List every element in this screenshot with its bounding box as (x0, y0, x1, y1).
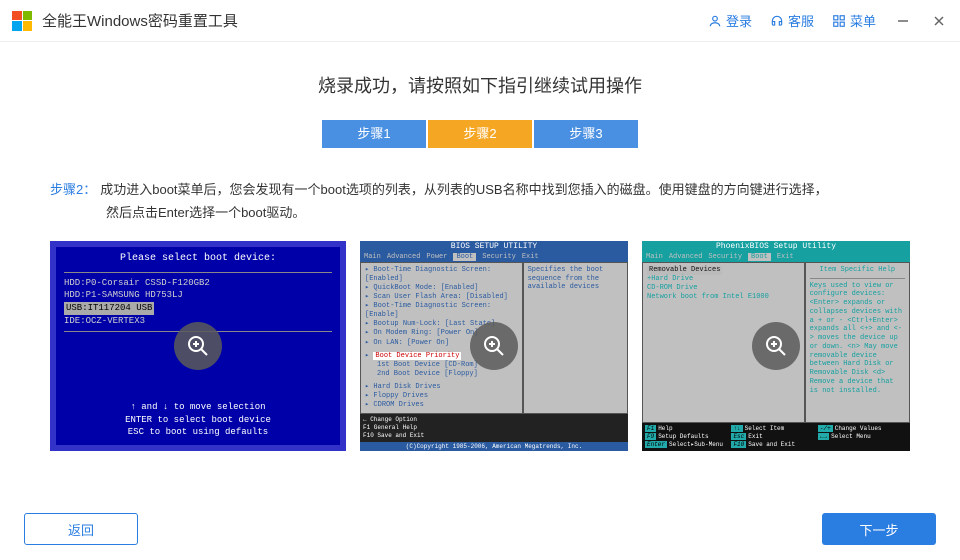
bios-screenshot-1[interactable]: Please select boot device: HDD:P0-Corsai… (50, 241, 346, 451)
instruction-line2: 然后点击Enter选择一个boot驱动。 (106, 201, 305, 224)
instruction-text: 步骤2： 成功进入boot菜单后，您会发现有一个boot选项的列表，从列表的USB… (40, 178, 920, 225)
back-button[interactable]: 返回 (24, 513, 138, 545)
menu-label: 菜单 (850, 11, 876, 30)
main-content: 烧录成功，请按照如下指引继续试用操作 步骤1 步骤2 步骤3 步骤2： 成功进入b… (0, 42, 960, 451)
bios1-item: HDD:P1-SAMSUNG HD753LJ (64, 289, 332, 302)
step-label: 步骤2： (50, 182, 96, 197)
instruction-line1: 成功进入boot菜单后，您会发现有一个boot选项的列表，从列表的USB名称中找… (100, 182, 827, 197)
bios3-menu: MainAdvancedSecurityBootExit (642, 252, 910, 262)
next-button[interactable]: 下一步 (822, 513, 936, 545)
bios1-item-selected: USB:IT117204 USB (64, 302, 154, 315)
app-title: 全能王Windows密码重置工具 (42, 10, 708, 31)
tab-step2[interactable]: 步骤2 (428, 120, 532, 148)
minimize-button[interactable] (894, 12, 912, 30)
app-icon (12, 11, 32, 31)
bios3-title: PhoenixBIOS Setup Utility (642, 241, 910, 252)
bios3-foot: F1Help↑↓Select Item-/+Change ValuesF9Set… (642, 423, 910, 450)
bios2-menu: MainAdvancedPowerBootSecurityExit (360, 252, 628, 262)
zoom-icon (174, 322, 222, 370)
bios2-foot: ← Change Option F1 General Help F10 Save… (360, 414, 628, 441)
headset-icon (770, 14, 784, 28)
steps-tabs: 步骤1 步骤2 步骤3 (40, 120, 920, 148)
bios-screenshot-2[interactable]: BIOS SETUP UTILITY MainAdvancedPowerBoot… (360, 241, 628, 451)
success-message: 烧录成功，请按照如下指引继续试用操作 (40, 72, 920, 98)
zoom-icon (752, 322, 800, 370)
tab-step1[interactable]: 步骤1 (322, 120, 426, 148)
support-label: 客服 (788, 11, 814, 30)
tab-step3[interactable]: 步骤3 (534, 120, 638, 148)
close-button[interactable] (930, 12, 948, 30)
bios-screenshots-row: Please select boot device: HDD:P0-Corsai… (40, 241, 920, 451)
menu-link[interactable]: 菜单 (832, 11, 876, 30)
bios2-copyright: (C)Copyright 1985-2006, American Megatre… (360, 442, 628, 451)
bios1-item: HDD:P0-Corsair CSSD-F120GB2 (64, 277, 332, 290)
user-icon (708, 14, 722, 28)
bios2-title: BIOS SETUP UTILITY (360, 241, 628, 252)
bios1-header: Please select boot device: (64, 253, 332, 264)
grid-icon (832, 14, 846, 28)
bios1-hints: ↑ and ↓ to move selection ENTER to selec… (64, 401, 332, 439)
bios2-right: Specifies the boot sequence from the ava… (523, 262, 628, 415)
login-link[interactable]: 登录 (708, 11, 752, 30)
bios3-right: Item Specific Help Keys used to view or … (805, 262, 910, 424)
support-link[interactable]: 客服 (770, 11, 814, 30)
login-label: 登录 (726, 11, 752, 30)
bios-screenshot-3[interactable]: PhoenixBIOS Setup Utility MainAdvancedSe… (642, 241, 910, 451)
titlebar: 全能王Windows密码重置工具 登录 客服 菜单 (0, 0, 960, 42)
zoom-icon (470, 322, 518, 370)
footer: 返回 下一步 (0, 498, 960, 560)
